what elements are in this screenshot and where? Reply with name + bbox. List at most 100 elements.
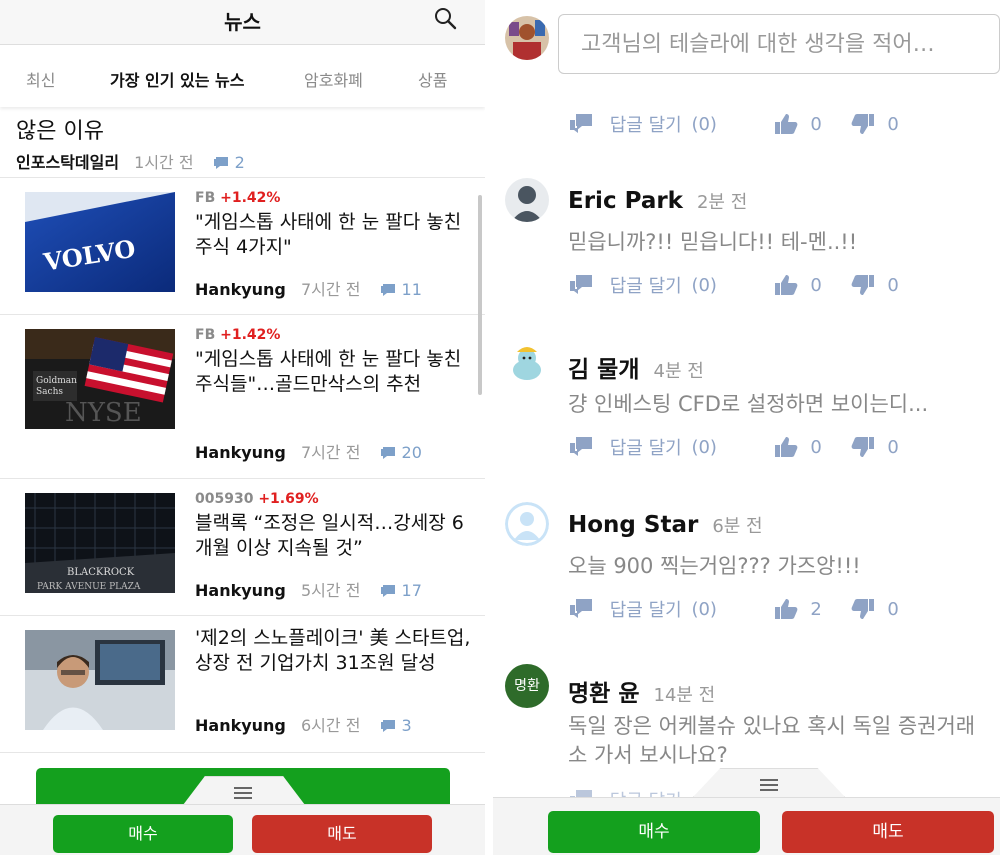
handle-icon [760,779,778,791]
dislike-count: 0 [887,436,899,458]
comment-actions: 답글 달기 (0) 0 0 [568,434,899,460]
avatar: 명환 [505,664,549,708]
ticker-change: +1.42% [220,190,281,206]
news-headline: '제2의 스노플레이크' 美 스타트업, 상장 전 기업가치 31조원 달성 [195,627,471,674]
scrollbar[interactable] [478,195,482,395]
comment-icon [380,447,395,459]
thumbs-down-icon[interactable] [850,435,876,459]
news-tabs: 최신 가장 인기 있는 뉴스 암호화폐 상품 [0,45,485,107]
thumbs-down-icon[interactable] [850,273,876,297]
reply-link[interactable]: 답글 달기 [610,111,682,137]
like-count: 0 [810,436,822,458]
drawer-handle[interactable] [693,768,845,797]
news-time: 6시간 전 [300,716,361,735]
news-time: 5시간 전 [300,581,361,600]
ticker-symbol: 005930 [195,491,254,507]
like-count: 2 [810,598,822,620]
thumbs-down-icon[interactable] [850,597,876,621]
comments-pane: 답글 달기 (0) 0 0 Eric Park 2분 전 믿읍니까?!! 믿읍니다… [493,0,1000,855]
comment-text: 독일 장은 어케볼슈 있나요 혹시 독일 증권거래소 가서 보시나요? [568,714,976,767]
comment-icon [213,157,228,169]
list-item[interactable]: Goldman Sachs NYSE FB +1.42% "게임스톱 사태에 한 눈… [0,315,485,479]
reply-link[interactable]: 답글 달기 [610,272,682,298]
comment-icon [380,284,395,296]
reply-count: (0) [691,436,717,458]
like-count: 0 [810,274,822,296]
ticker-symbol: FB [195,327,216,343]
like-count: 0 [810,113,822,135]
reply-link[interactable]: 답글 달기 [610,434,682,460]
comment-icon [380,585,395,597]
news-headline: 블랙록 “조정은 일시적…강세장 6개월 이상 지속될 것” [195,512,464,559]
list-item[interactable]: VOLVO FB +1.42% "게임스톱 사태에 한 눈 팔다 놓친 주식 4… [0,178,485,315]
comment-actions: 답글 달기 (0) 2 0 [568,596,899,622]
thumbs-down-icon[interactable] [850,112,876,136]
svg-text:Sachs: Sachs [36,387,63,397]
sell-button[interactable]: 매도 [252,815,432,853]
ticker-symbol: FB [195,190,216,206]
reply-icon[interactable] [568,597,594,621]
news-thumbnail: Goldman Sachs NYSE [25,329,175,429]
news-source: Hankyung [195,581,286,600]
svg-text:Goldman: Goldman [36,376,77,386]
reply-icon[interactable] [568,112,594,136]
comment-text: 믿읍니까?!! 믿읍니다!! 테-멘..!! [568,230,858,254]
thumbs-up-icon[interactable] [773,112,799,136]
comment-text: 걍 인베스팅 CFD로 설정하면 보이는디... [568,392,929,416]
list-item[interactable]: '제2의 스노플레이크' 美 스타트업, 상장 전 기업가치 31조원 달성 H… [0,616,485,753]
news-pane: 뉴스 최신 가장 인기 있는 뉴스 암호화폐 상품 않은 이유 인포스탁데일리 … [0,0,485,855]
buy-button[interactable]: 매수 [548,811,760,853]
thumbs-up-icon[interactable] [773,435,799,459]
reply-link[interactable]: 답글 달기 [610,596,682,622]
comment-time: 4분 전 [653,361,704,382]
avatar [505,340,549,384]
sell-button[interactable]: 매도 [782,811,994,853]
tab-crypto[interactable]: 암호화폐 [304,67,363,91]
list-item[interactable]: BLACKROCK PARK AVENUE PLAZA 005930 +1.69%… [0,479,485,616]
svg-text:BLACKROCK: BLACKROCK [67,567,135,578]
reply-icon[interactable] [568,273,594,297]
trade-bar: 매수 매도 [493,797,1000,855]
comment-time: 2분 전 [696,192,748,213]
reply-count: (0) [691,274,717,296]
comment-count: 17 [401,581,422,600]
thumbs-up-icon[interactable] [773,273,799,297]
commenter-name[interactable]: 명환 윤 [568,681,640,707]
article-meta: 인포스탁데일리 1시간 전 2 [16,149,245,173]
news-header: 뉴스 [0,0,485,45]
commenter-name[interactable]: Hong Star [568,512,698,538]
tab-popular[interactable]: 가장 인기 있는 뉴스 [110,67,244,91]
search-icon[interactable] [433,6,457,30]
dislike-count: 0 [887,113,899,135]
ticker-change: +1.69% [258,491,319,507]
article-title: 않은 이유 [16,119,104,144]
news-source: Hankyung [195,280,286,299]
comment-icon [380,720,395,732]
news-time: 7시간 전 [300,443,361,462]
thumbs-up-icon[interactable] [773,597,799,621]
divider [485,0,493,855]
reply-icon[interactable] [568,435,594,459]
trade-bar: 매수 매도 [0,804,485,855]
svg-text:NYSE: NYSE [65,398,142,428]
commenter-name[interactable]: 김 물개 [568,357,640,383]
comment-actions: 답글 달기 (0) 0 0 [568,111,899,137]
comment-time: 14분 전 [653,685,716,706]
tab-commodities[interactable]: 상품 [418,67,447,91]
list-item[interactable]: 않은 이유 인포스탁데일리 1시간 전 2 [0,107,485,178]
ticker-change: +1.42% [220,327,281,343]
buy-button[interactable]: 매수 [53,815,233,853]
comment-count: 3 [401,716,412,735]
page-title: 뉴스 [224,10,261,34]
commenter-name[interactable]: Eric Park [568,188,683,214]
news-headline: "게임스톱 사태에 한 눈 팔다 놓친 주식들"…골드만삭스의 추천 [195,348,462,395]
news-source: Hankyung [195,716,286,735]
news-thumbnail: VOLVO [25,192,175,292]
tab-latest[interactable]: 최신 [26,67,55,91]
dislike-count: 0 [887,274,899,296]
comment-box[interactable] [558,14,1000,74]
news-thumbnail: BLACKROCK PARK AVENUE PLAZA [25,493,175,593]
avatar [505,178,549,222]
comment-input[interactable] [579,27,983,61]
reply-count: (0) [691,113,717,135]
